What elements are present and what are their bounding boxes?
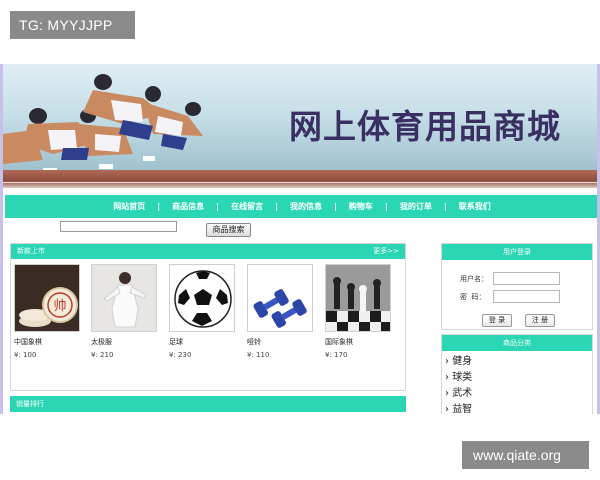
main-nav: 网站首页 | 商品信息 | 在线留言 | 我的信息 | 购物车 | 我的订单 |… [5, 195, 597, 218]
header-banner: 网上体育用品商城 [3, 64, 597, 188]
product-price: ¥: 170 [325, 351, 348, 359]
category-label[interactable]: 益智 [452, 404, 472, 414]
taichi-suit-icon[interactable] [91, 264, 157, 332]
product-name[interactable]: 足球 [169, 337, 239, 347]
category-label[interactable]: 球类 [452, 372, 472, 383]
product-name[interactable]: 国际象棋 [325, 337, 395, 347]
category-title: 商品分类 [442, 335, 592, 351]
chess-icon[interactable] [325, 264, 391, 332]
login-button[interactable]: 登 录 [482, 314, 512, 327]
username-label: 用户名： [460, 275, 488, 283]
search-input[interactable] [60, 221, 177, 232]
nav-messages[interactable]: 在线留言 [219, 201, 275, 212]
search-button[interactable]: 商品搜索 [206, 223, 251, 237]
new-arrivals-panel: 新款上市 更多>> 帅 中国象棋 ¥: 100 太极服 ¥: 210 足球 ¥:… [10, 243, 406, 391]
category-item[interactable]: › 武术 [445, 386, 592, 402]
svg-text:帅: 帅 [53, 299, 66, 314]
category-label[interactable]: 武术 [452, 388, 472, 399]
sales-rank-panel: 销量排行 [10, 396, 406, 414]
product-price: ¥: 210 [91, 351, 114, 359]
category-label[interactable]: 健身 [452, 356, 472, 367]
product-name[interactable]: 太极服 [91, 337, 161, 347]
nav-home[interactable]: 网站首页 [101, 201, 157, 212]
product-grid: 帅 中国象棋 ¥: 100 太极服 ¥: 210 足球 ¥: 230 哑铃 ¥:… [14, 264, 404, 374]
product-card[interactable]: 足球 ¥: 230 [169, 264, 239, 359]
category-item[interactable]: › 益智 [445, 402, 592, 414]
running-track [3, 170, 597, 188]
nav-my-orders[interactable]: 我的订单 [388, 201, 444, 212]
sales-rank-header: 销量排行 [10, 396, 406, 412]
nav-my-info[interactable]: 我的信息 [278, 201, 334, 212]
username-input[interactable] [493, 272, 560, 285]
login-title: 用户登录 [442, 244, 592, 260]
soccer-ball-icon[interactable] [169, 264, 235, 332]
more-link[interactable]: 更多>> [373, 244, 399, 259]
chinese-chess-icon[interactable]: 帅 [14, 264, 80, 332]
track-lane-line [3, 182, 597, 183]
screenshot-frame: 网上体育用品商城 网站首页 | 商品信息 | 在线留言 | 我的信息 | 购物车… [0, 64, 600, 414]
new-arrivals-header: 新款上市 更多>> [11, 244, 405, 259]
page: 网上体育用品商城 网站首页 | 商品信息 | 在线留言 | 我的信息 | 购物车… [3, 64, 597, 414]
new-arrivals-title: 新款上市 [17, 247, 45, 255]
product-price: ¥: 100 [14, 351, 37, 359]
nav-cart[interactable]: 购物车 [337, 201, 385, 212]
login-panel: 用户登录 用户名： 密 码： 登 录 注 册 [441, 243, 593, 330]
product-price: ¥: 110 [247, 351, 270, 359]
product-price: ¥: 230 [169, 351, 192, 359]
product-name[interactable]: 哑铃 [247, 337, 317, 347]
password-label: 密 码： [460, 293, 486, 301]
watermark-bottom: www.qiate.org [462, 441, 589, 469]
nav-products[interactable]: 商品信息 [160, 201, 216, 212]
product-card[interactable]: 帅 中国象棋 ¥: 100 [14, 264, 84, 359]
nav-contact[interactable]: 联系我们 [447, 201, 503, 212]
register-button[interactable]: 注 册 [525, 314, 555, 327]
category-list: › 健身 › 球类 › 武术 › 益智 [442, 351, 592, 414]
watermark-top: TG: MYYJJPP [10, 11, 135, 39]
category-item[interactable]: › 球类 [445, 370, 592, 386]
product-name[interactable]: 中国象棋 [14, 337, 84, 347]
product-card[interactable]: 国际象棋 ¥: 170 [325, 264, 395, 359]
category-item[interactable]: › 健身 [445, 354, 592, 370]
dumbbell-icon[interactable] [247, 264, 313, 332]
sales-rank-title: 销量排行 [16, 400, 44, 408]
product-card[interactable]: 太极服 ¥: 210 [91, 264, 161, 359]
product-card[interactable]: 哑铃 ¥: 110 [247, 264, 317, 359]
site-title: 网上体育用品商城 [289, 107, 561, 146]
password-input[interactable] [493, 290, 560, 303]
category-panel: 商品分类 › 健身 › 球类 › 武术 › 益智 [441, 334, 593, 414]
